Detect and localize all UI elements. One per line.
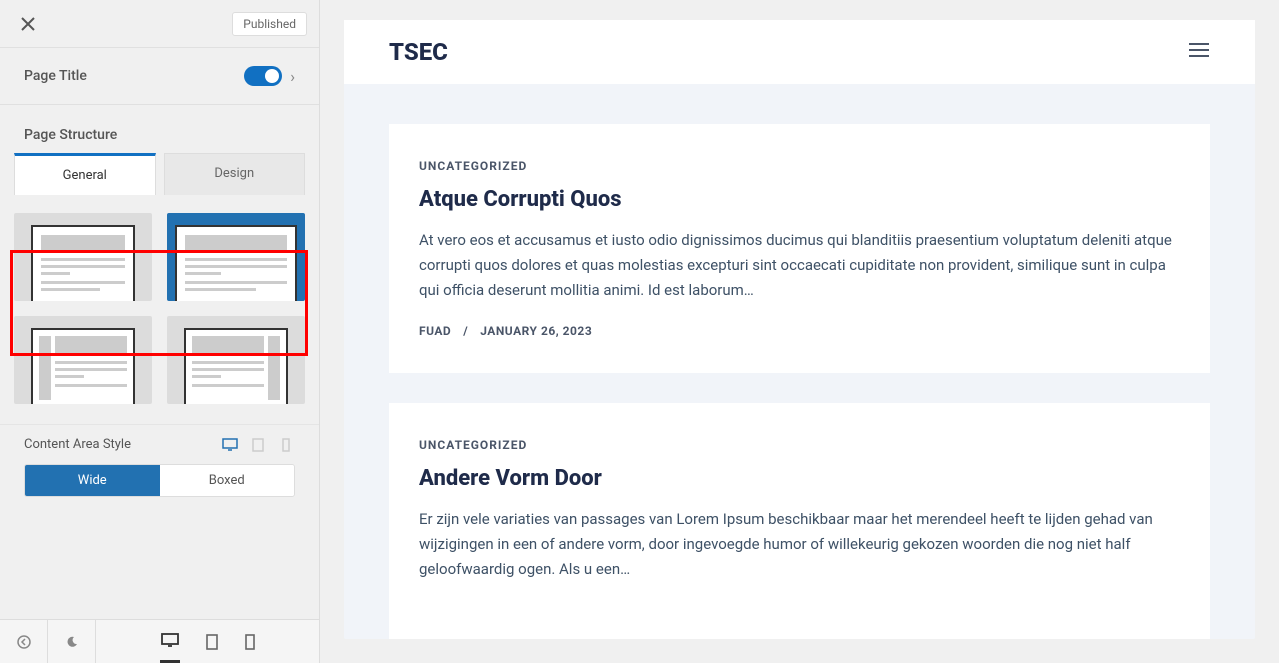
preview-tablet-icon[interactable]	[204, 633, 220, 651]
chevron-right-icon: ›	[290, 67, 295, 86]
boxed-button[interactable]: Boxed	[160, 465, 295, 496]
post-category[interactable]: UNCATEGORIZED	[419, 438, 1180, 452]
preview-content: UNCATEGORIZED Atque Corrupti Quos At ver…	[344, 84, 1255, 639]
layout-option-right-sidebar[interactable]	[167, 316, 305, 404]
responsive-device-icons	[221, 438, 295, 452]
wide-button[interactable]: Wide	[25, 465, 160, 496]
content-area-label: Content Area Style	[24, 437, 131, 452]
page-title-label: Page Title	[24, 68, 87, 84]
layout-option-normal[interactable]	[14, 213, 152, 301]
page-structure-label: Page Structure	[0, 105, 319, 153]
post-excerpt: At vero eos et accusamus et iusto odio d…	[419, 228, 1180, 302]
post-title[interactable]: Andere Vorm Door	[419, 466, 1180, 491]
post-card: UNCATEGORIZED Atque Corrupti Quos At ver…	[389, 124, 1210, 373]
hamburger-menu-icon[interactable]	[1188, 42, 1210, 62]
tab-design[interactable]: Design	[164, 153, 306, 195]
preview-frame: TSEC UNCATEGORIZED Atque Corrupti Quos A…	[344, 20, 1255, 639]
post-card: UNCATEGORIZED Andere Vorm Door Er zijn v…	[389, 403, 1210, 638]
meta-separator: /	[463, 324, 468, 338]
layout-grid	[0, 195, 319, 414]
post-category[interactable]: UNCATEGORIZED	[419, 159, 1180, 173]
preview-panel: TSEC UNCATEGORIZED Atque Corrupti Quos A…	[320, 0, 1279, 663]
layout-option-left-sidebar[interactable]	[14, 316, 152, 404]
post-meta: FUAD / JANUARY 26, 2023	[419, 324, 1180, 338]
site-header: TSEC	[344, 20, 1255, 84]
post-excerpt: Er zijn vele variaties van passages van …	[419, 507, 1180, 581]
post-author[interactable]: FUAD	[419, 324, 451, 338]
site-title[interactable]: TSEC	[389, 38, 448, 66]
tablet-icon[interactable]	[249, 438, 267, 452]
published-badge: Published	[232, 12, 307, 36]
post-title[interactable]: Atque Corrupti Quos	[419, 187, 1180, 212]
page-title-toggle[interactable]	[244, 66, 282, 86]
sidebar-bottom-bar	[0, 619, 319, 663]
content-style-buttons: Wide Boxed	[24, 464, 295, 497]
post-date[interactable]: JANUARY 26, 2023	[480, 324, 592, 338]
preview-mobile-icon[interactable]	[244, 633, 256, 651]
layout-option-full[interactable]	[167, 213, 305, 301]
structure-tabs: General Design	[0, 153, 319, 195]
sidebar-top-bar: Published	[0, 0, 319, 48]
desktop-icon[interactable]	[221, 438, 239, 452]
close-button[interactable]	[12, 8, 44, 40]
settings-sidebar: Published Page Title › Page Structure Ge…	[0, 0, 320, 663]
collapse-icon[interactable]	[0, 620, 48, 663]
content-area-section: Content Area Style Wide Boxed	[0, 424, 319, 509]
preview-desktop-icon[interactable]	[160, 620, 180, 663]
page-title-section[interactable]: Page Title ›	[0, 48, 319, 105]
mobile-icon[interactable]	[277, 438, 295, 452]
dark-mode-icon[interactable]	[48, 620, 96, 663]
tab-general[interactable]: General	[14, 153, 156, 195]
